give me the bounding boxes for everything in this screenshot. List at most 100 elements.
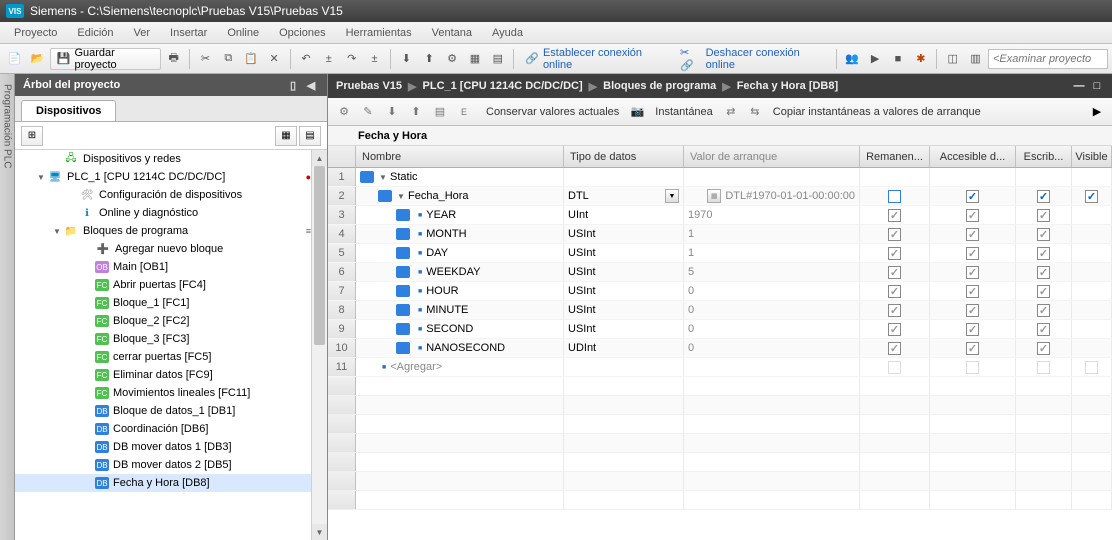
cell-startvalue[interactable]: 0 [684, 339, 860, 357]
table-row[interactable]: 4■MONTHUSInt1✓✓✓ [328, 225, 1112, 244]
table-row[interactable]: 7■HOURUSInt0✓✓✓ [328, 282, 1112, 301]
menu-online[interactable]: Online [217, 27, 269, 39]
tree-item[interactable]: DBBloque de datos_1 [DB1] [15, 402, 327, 420]
cell-startvalue[interactable]: 5 [684, 263, 860, 281]
sim-icon[interactable]: ▦ [465, 48, 486, 70]
tree-nav-icon[interactable]: ⊞ [21, 126, 43, 146]
tree-view-mode-icon[interactable]: ▦ [275, 126, 297, 146]
menu-herramientas[interactable]: Herramientas [336, 27, 422, 39]
undo-split-icon[interactable]: ± [318, 48, 339, 70]
cell-startvalue[interactable]: ▦DTL#1970-01-01-00:00:00 [684, 187, 860, 205]
cross-ref-icon[interactable]: ✱ [910, 48, 931, 70]
checkbox[interactable]: ✓ [966, 209, 979, 222]
row-toggle-icon[interactable]: ▼ [396, 192, 406, 201]
crumb-2[interactable]: Bloques de programa [603, 80, 716, 92]
col-visible[interactable]: Visible [1072, 146, 1112, 167]
cell-name[interactable]: ■<Agregar> [356, 358, 564, 376]
snapshot-icon[interactable]: 📷 [627, 102, 647, 122]
checkbox[interactable]: ✓ [1037, 190, 1050, 203]
cell-datatype[interactable]: USInt [564, 263, 684, 281]
row-toggle-icon[interactable]: ▼ [378, 173, 388, 182]
menu-ver[interactable]: Ver [124, 27, 161, 39]
datatype-dropdown-icon[interactable]: ▼ [665, 189, 679, 203]
tree-item[interactable]: FCAbrir puertas [FC4] [15, 276, 327, 294]
checkbox[interactable]: ✓ [1037, 228, 1050, 241]
cell-datatype[interactable] [564, 358, 684, 376]
menu-edición[interactable]: Edición [67, 27, 123, 39]
tree-item[interactable]: ▼🖥PLC_1 [CPU 1214C DC/DC/DC]● [15, 168, 327, 186]
table-row[interactable]: 9■SECONDUSInt0✓✓✓ [328, 320, 1112, 339]
checkbox[interactable]: ✓ [1037, 209, 1050, 222]
cell-name[interactable]: ■WEEKDAY [356, 263, 564, 281]
tree-item[interactable]: FCMovimientos lineales [FC11] [15, 384, 327, 402]
layout-icon[interactable]: ▥ [965, 48, 986, 70]
cell-datatype[interactable]: USInt [564, 282, 684, 300]
copy-snap-icon-2[interactable]: ⇆ [745, 102, 765, 122]
minimize-icon[interactable]: — [1072, 80, 1086, 92]
checkbox[interactable]: ✓ [1037, 247, 1050, 260]
tree-pin-icon[interactable]: ▯ [285, 79, 301, 92]
compile-icon[interactable]: ⚙ [442, 48, 463, 70]
crumb-3[interactable]: Fecha y Hora [DB8] [737, 80, 838, 92]
tree-item[interactable]: 🛠Configuración de dispositivos [15, 186, 327, 204]
download-icon[interactable]: ⬇ [396, 48, 417, 70]
tree-item[interactable]: 🖧Dispositivos y redes [15, 150, 327, 168]
stop-cpu-icon[interactable]: ■ [888, 48, 909, 70]
tree-item[interactable]: FCcerrar puertas [FC5] [15, 348, 327, 366]
checkbox[interactable]: ✓ [966, 304, 979, 317]
et-icon-4[interactable]: ⬆ [406, 102, 426, 122]
checkbox[interactable]: ✓ [888, 304, 901, 317]
start-cpu-icon[interactable]: ▶ [865, 48, 886, 70]
plc-programming-side-tab[interactable]: Programación PLC [0, 74, 15, 540]
cell-datatype[interactable] [564, 168, 684, 186]
cell-startvalue[interactable]: 0 [684, 320, 860, 338]
checkbox[interactable]: ✓ [966, 342, 979, 355]
cell-startvalue[interactable]: 1970 [684, 206, 860, 224]
table-row[interactable]: 2▼Fecha_HoraDTL▼▦DTL#1970-01-01-00:00:00… [328, 187, 1112, 206]
tree-item[interactable]: FCBloque_3 [FC3] [15, 330, 327, 348]
go-offline-button[interactable]: ✂🔗 Deshacer conexión online [674, 46, 831, 72]
tree-item[interactable]: FCEliminar datos [FC9] [15, 366, 327, 384]
tree-item[interactable]: DBDB mover datos 1 [DB3] [15, 438, 327, 456]
cell-startvalue[interactable] [684, 168, 860, 186]
crumb-0[interactable]: Pruebas V15 [336, 80, 402, 92]
trace-icon[interactable]: ▤ [487, 48, 508, 70]
new-project-icon[interactable]: 📄 [4, 48, 25, 70]
cell-startvalue[interactable]: 1 [684, 225, 860, 243]
menu-proyecto[interactable]: Proyecto [4, 27, 67, 39]
menu-ventana[interactable]: Ventana [422, 27, 482, 39]
cell-startvalue[interactable] [684, 358, 860, 376]
menu-insertar[interactable]: Insertar [160, 27, 217, 39]
checkbox[interactable]: ✓ [1037, 304, 1050, 317]
cell-name[interactable]: ■MONTH [356, 225, 564, 243]
cell-name[interactable]: ■HOUR [356, 282, 564, 300]
devices-tab[interactable]: Dispositivos [21, 100, 116, 121]
et-icon-3[interactable]: ⬇ [382, 102, 402, 122]
checkbox[interactable]: ✓ [888, 247, 901, 260]
checkbox[interactable]: ✓ [888, 209, 901, 222]
col-retain[interactable]: Remanen... [860, 146, 930, 167]
toolbar-more-icon[interactable]: ▶ [1088, 105, 1106, 118]
value-picker-icon[interactable]: ▦ [707, 189, 721, 203]
cell-datatype[interactable]: USInt [564, 244, 684, 262]
checkbox[interactable]: ✓ [888, 285, 901, 298]
cell-name[interactable]: ■YEAR [356, 206, 564, 224]
crumb-1[interactable]: PLC_1 [CPU 1214C DC/DC/DC] [423, 80, 583, 92]
checkbox[interactable]: ✓ [1085, 190, 1098, 203]
maximize-icon[interactable]: □ [1090, 80, 1104, 92]
table-row[interactable]: 10■NANOSECONDUDInt0✓✓✓ [328, 339, 1112, 358]
cell-datatype[interactable]: DTL▼ [564, 187, 684, 205]
et-icon-5[interactable]: ▤ [430, 102, 450, 122]
redo-split-icon[interactable]: ± [364, 48, 385, 70]
tree-collapse-icon[interactable]: ◀ [303, 79, 319, 92]
table-row[interactable]: 6■WEEKDAYUSInt5✓✓✓ [328, 263, 1112, 282]
copy-snap-icon-1[interactable]: ⇄ [721, 102, 741, 122]
open-project-icon[interactable]: 📂 [27, 48, 48, 70]
tree-item[interactable]: ➕Agregar nuevo bloque [15, 240, 327, 258]
paste-icon[interactable]: 📋 [241, 48, 262, 70]
cell-name[interactable]: ■SECOND [356, 320, 564, 338]
checkbox[interactable]: ✓ [966, 266, 979, 279]
cell-datatype[interactable]: USInt [564, 225, 684, 243]
checkbox[interactable] [1085, 361, 1098, 374]
tree-item[interactable]: DBDB mover datos 2 [DB5] [15, 456, 327, 474]
